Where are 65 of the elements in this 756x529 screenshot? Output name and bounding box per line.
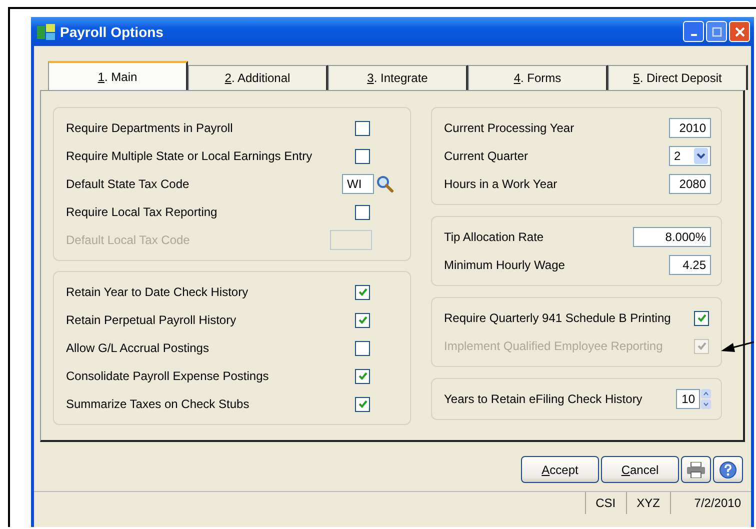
option-label: Allow G/L Accrual Postings [66,341,209,355]
check-icon [696,341,706,351]
option-label: Tip Allocation Rate [444,230,544,244]
option-label: Require Departments in Payroll [66,121,233,135]
printer-icon [687,462,705,478]
maximize-button[interactable] [706,21,727,42]
minimize-icon [690,34,696,36]
checkbox[interactable] [355,120,370,136]
dialog-button[interactable]: Accept [521,456,599,483]
option-label: Hours in a Work Year [444,177,558,191]
help-icon [719,460,737,478]
tab[interactable]: 5. Direct Deposit [608,65,748,90]
checkbox[interactable] [355,148,370,164]
option-label: Implement Qualified Employee Reporting [444,339,663,353]
option-label: Minimum Hourly Wage [444,258,565,272]
input-field[interactable]: 8.000% [633,227,711,247]
dialog-button[interactable]: Cancel [601,456,679,483]
option-label: Require Local Tax Reporting [66,205,218,219]
close-button[interactable] [729,21,750,42]
checkbox[interactable] [355,204,370,220]
check-icon [358,315,368,325]
input-field[interactable]: 10 [676,389,700,409]
option-label: Retain Perpetual Payroll History [66,313,236,327]
search-icon[interactable] [376,175,394,193]
checkbox[interactable] [694,310,709,326]
input-field[interactable]: WI [342,174,374,194]
tab[interactable]: 2. Additional [188,65,328,90]
checkbox[interactable] [355,340,370,356]
option-label: Require Multiple State or Local Earnings Entry [66,149,312,163]
spinner-arrows-icon[interactable] [701,389,711,409]
chevron-down-icon[interactable] [694,148,708,164]
print-button[interactable] [681,456,711,483]
option-label: Default State Tax Code [66,177,190,191]
tab[interactable]: 3. Integrate [328,65,468,90]
check-icon [696,313,706,323]
status-cell: CSI [584,492,626,514]
status-cell: 7/2/2010 [670,492,751,514]
option-label: Require Quarterly 941 Schedule B Printing [444,311,671,325]
app-icon [37,24,55,40]
quarter-dropdown[interactable]: 2 [669,146,711,166]
input-field[interactable]: 2080 [669,174,711,194]
option-label: Consolidate Payroll Expense Postings [66,369,269,383]
input-field[interactable]: 4.25 [669,255,711,275]
option-label: Current Processing Year [444,121,574,135]
option-label: Years to Retain eFiling Check History [444,392,642,406]
tab[interactable]: 4. Forms [468,65,608,90]
check-icon [358,371,368,381]
window-title: Payroll Options [60,24,164,40]
checkbox[interactable] [355,312,370,328]
option-label: Current Quarter [444,149,528,163]
option-label: Default Local Tax Code [66,233,190,247]
checkbox[interactable] [355,368,370,384]
help-button[interactable] [713,456,743,483]
input-field[interactable]: 2010 [669,118,711,138]
close-icon [734,26,744,36]
tab[interactable]: 1. Main [48,61,188,90]
check-icon [358,399,368,409]
status-cell: XYZ [626,492,670,514]
check-icon [358,287,368,297]
maximize-icon [712,26,722,36]
minimize-button[interactable] [683,21,704,42]
checkbox[interactable] [355,396,370,412]
option-label: Retain Year to Date Check History [66,285,248,299]
checkbox[interactable] [355,284,370,300]
option-label: Summarize Taxes on Check Stubs [66,397,250,411]
